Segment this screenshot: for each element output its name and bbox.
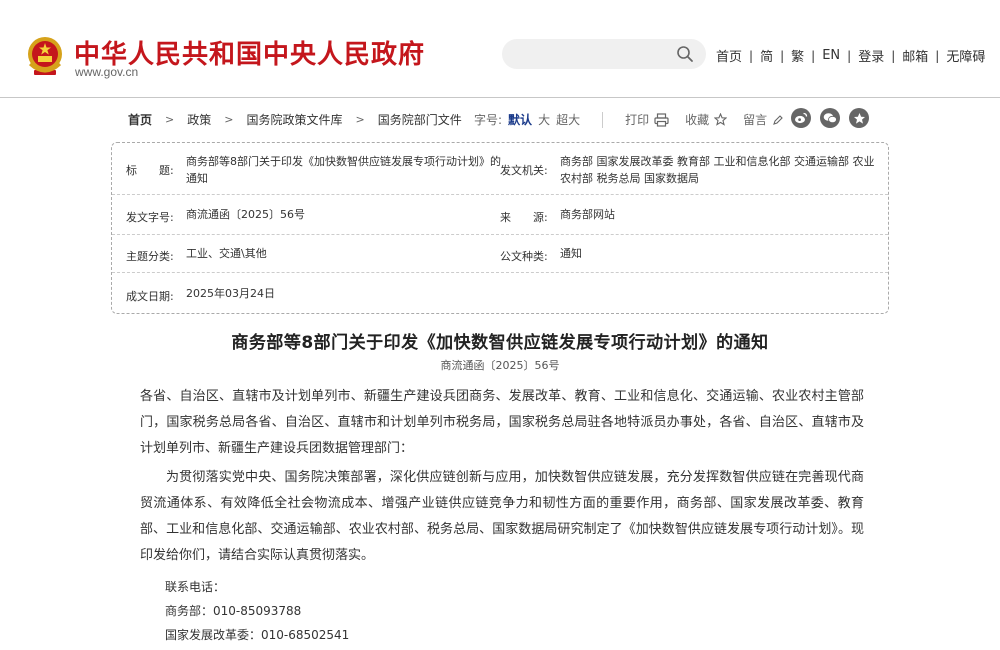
article-docno: 商流通函〔2025〕56号 [440,359,560,372]
info-title-value: 商务部等8部门关于印发《加快数智供应链发展专项行动计划》的通知 [186,155,501,185]
breadcrumb-department-docs[interactable]: 国务院部门文件 [378,111,462,128]
article-addressee: 各省、自治区、直辖市及计划单列市、新疆生产建设兵团商务、发展改革、教育、工业和信… [140,389,864,456]
font-size-large[interactable]: 大 [538,111,550,128]
site-url[interactable]: www.gov.cn [75,65,138,79]
star-outline-icon [714,113,728,126]
article-tools: 字号: 默认 大 超大 打印 收藏 留言 [474,111,799,128]
breadcrumb-home[interactable]: 首页 [128,111,152,128]
search-box [502,39,706,69]
info-docno-value: 商流通函〔2025〕56号 [186,208,305,221]
breadcrumb-policy[interactable]: 政策 [187,111,211,128]
print-label: 打印 [625,113,650,127]
info-issuer-value: 商务部 国家发展改革委 教育部 工业和信息化部 交通运输部 农业农村部 税务总局… [560,155,875,185]
info-source-value: 商务部网站 [560,208,615,221]
document-info-box: 标 题: 商务部等8部门关于印发《加快数智供应链发展专项行动计划》的通知 发文机… [111,142,889,314]
info-topic-label: 主题分类: [126,250,174,263]
info-row-date: 成文日期: 2025年03月24日 [112,273,888,313]
info-type-value: 通知 [560,247,582,260]
info-type-label: 公文种类: [500,250,548,263]
search-icon[interactable] [676,45,694,63]
info-docno-label: 发文字号: [126,211,174,224]
info-date-label: 成文日期: [126,290,174,303]
info-row-title: 标 题: 商务部等8部门关于印发《加快数智供应链发展专项行动计划》的通知 发文机… [112,143,888,195]
info-date-value: 2025年03月24日 [186,287,275,300]
chevron-right-icon: > [224,113,234,126]
nav-link-accessibility[interactable]: 无障碍 [946,46,985,65]
info-issuer-label: 发文机关: [500,164,548,177]
nav-separator: | [749,48,754,63]
nav-separator: | [811,48,816,63]
info-row-topic: 主题分类: 工业、交通\其他 公文种类: 通知 [112,235,888,273]
search-input[interactable] [516,39,666,69]
chevron-right-icon: > [355,113,365,126]
comment-label: 留言 [743,113,768,127]
nav-link-mail[interactable]: 邮箱 [902,46,928,65]
info-topic-value: 工业、交通\其他 [186,247,267,260]
site-header: 中华人民共和国中央人民政府 www.gov.cn 首页 | 简 | 繁 | EN… [0,0,1000,98]
print-button[interactable]: 打印 [625,111,669,128]
qzone-icon[interactable] [849,108,869,128]
favorite-label: 收藏 [685,113,710,127]
nav-separator: | [935,48,940,63]
chevron-right-icon: > [165,113,175,126]
comment-button[interactable]: 留言 [743,111,783,128]
nav-separator: | [891,48,896,63]
nav-separator: | [847,48,852,63]
contact-line: 国家发展改革委：010-68502541 [165,628,350,642]
info-title-label: 标 题: [126,164,174,177]
font-size-default[interactable]: 默认 [508,111,532,128]
tools-divider [602,111,604,128]
nav-link-login[interactable]: 登录 [858,46,884,65]
weibo-icon[interactable] [791,108,811,128]
breadcrumb-policy-library[interactable]: 国务院政策文件库 [246,111,342,128]
contact-label: 联系电话： [165,580,226,594]
nav-link-traditional[interactable]: 繁 [791,46,804,65]
national-emblem-icon[interactable] [26,34,64,78]
share-buttons [791,108,878,128]
info-source-label: 来 源: [500,211,548,224]
wechat-icon[interactable] [820,108,840,128]
pencil-icon [773,114,783,125]
nav-link-home[interactable]: 首页 [716,46,742,65]
top-nav-links: 首页 | 简 | 繁 | EN | 登录 | 邮箱 | 无障碍 [716,46,985,65]
font-size-xlarge[interactable]: 超大 [556,111,580,128]
article-title: 商务部等8部门关于印发《加快数智供应链发展专项行动计划》的通知 [231,333,769,353]
favorite-button[interactable]: 收藏 [685,111,728,128]
article-body: 为贯彻落实党中央、国务院决策部署，深化供应链创新与应用，加快数智供应链发展，充分… [140,470,864,563]
nav-link-english[interactable]: EN [822,48,840,63]
info-row-docno: 发文字号: 商流通函〔2025〕56号 来 源: 商务部网站 [112,195,888,235]
printer-icon [654,112,669,127]
font-size-label: 字号: [474,113,503,127]
breadcrumb: 首页 > 政策 > 国务院政策文件库 > 国务院部门文件 [128,111,462,128]
nav-link-simplified[interactable]: 简 [760,46,773,65]
nav-separator: | [780,48,785,63]
contact-line: 商务部：010-85093788 [165,604,302,618]
